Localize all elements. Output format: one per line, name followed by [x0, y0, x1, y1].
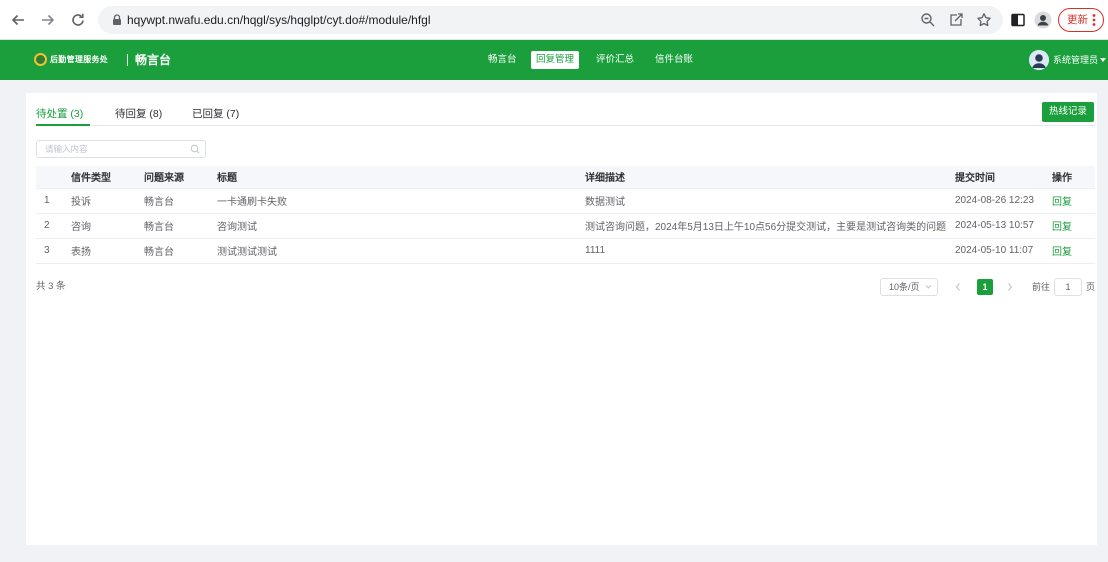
table-row: 2 咨询 畅言台 咨询测试 测试咨询问题，2024年5月13日上午10点56分提…	[36, 213, 1095, 239]
cell-title: 一卡通刷卡失败	[210, 188, 578, 214]
cell-index: 3	[36, 238, 64, 264]
cell-title: 咨询测试	[210, 213, 578, 239]
cell-letter-type: 咨询	[64, 213, 137, 239]
prev-page-icon[interactable]	[954, 282, 962, 292]
user-avatar-graphic	[1029, 50, 1049, 70]
search-input[interactable]	[37, 141, 187, 157]
column-header-submitted-time: 提交时间	[948, 166, 1045, 189]
emblem-logo	[34, 53, 47, 66]
table-row: 1 投诉 畅言台 一卡通刷卡失败 数据测试 2024-08-26 12:23 回…	[36, 188, 1095, 214]
cell-action: 回复	[1045, 188, 1095, 214]
header-separator	[127, 54, 128, 66]
app-header: 后勤管理服务处 畅言台 畅言台 回复管理 评价汇总 信件台账 系统管理员	[0, 40, 1108, 80]
user-name[interactable]: 系统管理员	[1053, 54, 1098, 66]
update-button[interactable]: 更新	[1058, 8, 1104, 32]
column-header-source: 问题来源	[137, 166, 210, 189]
cell-submitted-time: 2024-08-26 12:23	[948, 188, 1045, 214]
cell-description: 数据测试	[578, 188, 948, 214]
reload-icon[interactable]	[70, 12, 86, 28]
user-avatar-icon[interactable]	[1029, 50, 1049, 70]
tab-pending-handling[interactable]: 待处置 (3)	[36, 107, 83, 121]
cell-submitted-time: 2024-05-10 11:07	[948, 238, 1045, 264]
tab-replied[interactable]: 已回复 (7)	[192, 107, 239, 121]
cell-description: 1111	[578, 238, 948, 264]
profile-icon[interactable]	[1034, 11, 1052, 29]
more-menu-icon[interactable]	[1092, 13, 1096, 27]
search-box	[36, 140, 206, 158]
page-size-value: 10条/页	[889, 282, 920, 292]
nav-item-changyantai[interactable]: 畅言台	[483, 51, 522, 69]
cell-action: 回复	[1045, 213, 1095, 239]
forward-arrow-icon[interactable]	[40, 12, 56, 28]
page-size-select[interactable]: 10条/页	[880, 278, 938, 296]
page-number-current[interactable]: 1	[977, 279, 993, 295]
column-header-index	[36, 166, 64, 189]
next-page-icon[interactable]	[1006, 282, 1014, 292]
goto-unit: 页	[1086, 282, 1096, 292]
cell-title: 测试测试测试	[210, 238, 578, 264]
column-header-title: 标题	[210, 166, 578, 189]
tab-pending-reply[interactable]: 待回复 (8)	[115, 107, 162, 121]
zoom-icon[interactable]	[920, 12, 936, 28]
reply-link[interactable]: 回复	[1052, 247, 1072, 258]
column-header-description: 详细描述	[578, 166, 948, 189]
hotline-records-button[interactable]: 热线记录	[1042, 102, 1094, 122]
address-bar[interactable]: hqywpt.nwafu.edu.cn/hqgl/sys/hqglpt/cyt.…	[98, 6, 1003, 34]
column-header-letter-type: 信件类型	[64, 166, 137, 189]
share-icon[interactable]	[948, 12, 964, 28]
cell-submitted-time: 2024-05-13 10:57	[948, 213, 1045, 239]
cell-source: 畅言台	[137, 188, 210, 214]
total-count: 共 3 条	[36, 281, 66, 292]
chevron-down-icon	[925, 285, 932, 289]
back-arrow-icon[interactable]	[10, 12, 26, 28]
nav-item-letter-ledger[interactable]: 信件台账	[650, 51, 698, 69]
cell-index: 2	[36, 213, 64, 239]
nav-item-reply-management[interactable]: 回复管理	[531, 51, 580, 69]
column-header-action: 操作	[1045, 166, 1095, 189]
url-text[interactable]: hqywpt.nwafu.edu.cn/hqgl/sys/hqglpt/cyt.…	[127, 12, 431, 28]
update-label: 更新	[1067, 14, 1088, 26]
app-name[interactable]: 畅言台	[135, 52, 171, 68]
active-tab-indicator	[36, 124, 90, 126]
browser-toolbar: hqywpt.nwafu.edu.cn/hqgl/sys/hqglpt/cyt.…	[0, 0, 1108, 40]
goto-page-input[interactable]: 1	[1054, 278, 1082, 296]
cell-letter-type: 表扬	[64, 238, 137, 264]
tab-bar: 待处置 (3) 待回复 (8) 已回复 (7)	[36, 93, 1095, 126]
search-icon[interactable]	[190, 144, 200, 154]
letters-table: 信件类型 问题来源 标题 详细描述 提交时间 操作 1 投诉 畅言台 一卡通刷卡…	[36, 166, 1095, 264]
nav-item-evaluation-summary[interactable]: 评价汇总	[591, 51, 639, 69]
content-card: 待处置 (3) 待回复 (8) 已回复 (7) 热线记录 信件类型 问题来源 标…	[26, 93, 1097, 545]
goto-label: 前往	[1032, 282, 1051, 292]
bookmark-star-icon[interactable]	[976, 12, 992, 28]
cell-letter-type: 投诉	[64, 188, 137, 214]
cell-source: 畅言台	[137, 213, 210, 239]
reply-link[interactable]: 回复	[1052, 222, 1072, 233]
table-row: 3 表扬 畅言台 测试测试测试 1111 2024-05-10 11:07 回复	[36, 238, 1095, 264]
cell-index: 1	[36, 188, 64, 214]
cell-description: 测试咨询问题，2024年5月13日上午10点56分提交测试，主要是测试咨询类的问…	[578, 213, 948, 239]
reply-link[interactable]: 回复	[1052, 197, 1072, 208]
org-name: 后勤管理服务处	[50, 55, 109, 64]
sidebar-icon[interactable]	[1010, 12, 1026, 28]
lock-icon[interactable]	[112, 14, 122, 26]
cell-source: 畅言台	[137, 238, 210, 264]
cell-action: 回复	[1045, 238, 1095, 264]
table-header-row: 信件类型 问题来源 标题 详细描述 提交时间 操作	[36, 166, 1095, 189]
caret-down-icon[interactable]	[1100, 58, 1106, 62]
